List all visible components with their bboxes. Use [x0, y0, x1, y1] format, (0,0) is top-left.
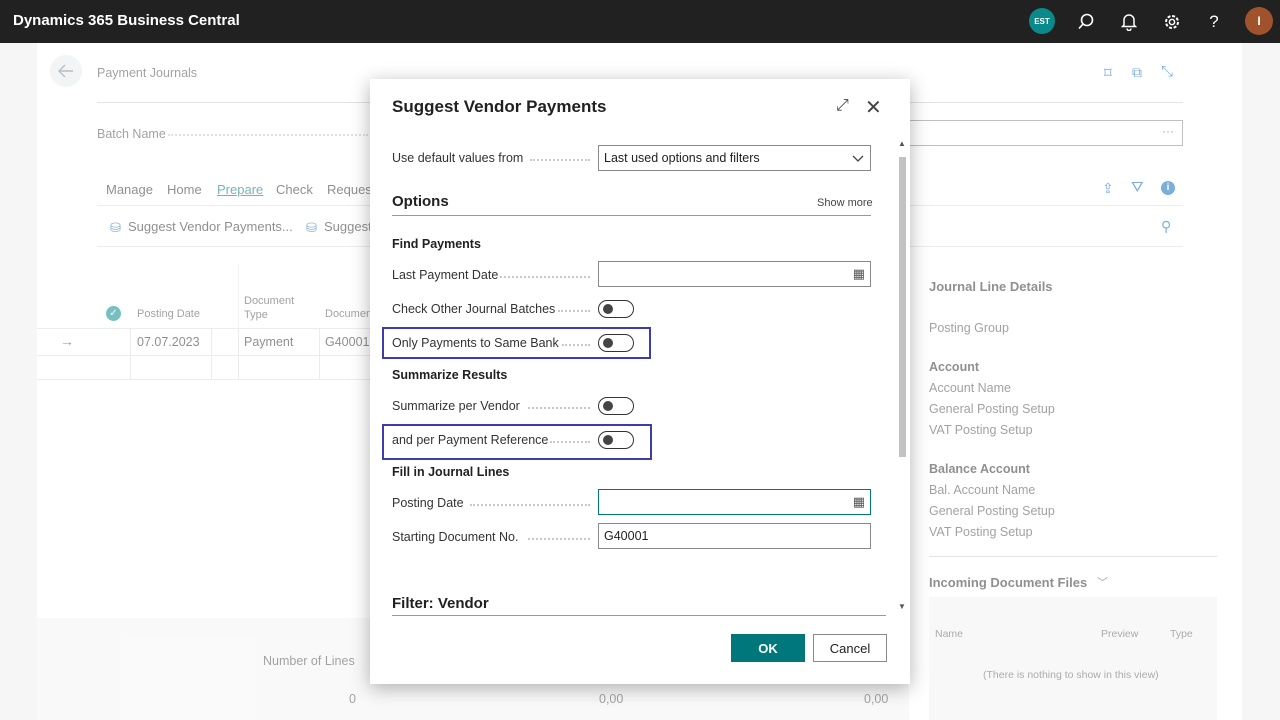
only-same-bank-toggle[interactable]	[598, 334, 634, 352]
label-dots	[470, 504, 590, 506]
find-payments-heading: Find Payments	[392, 237, 481, 251]
company-badge[interactable]: EST	[1029, 8, 1055, 34]
label-dots	[528, 407, 590, 409]
calendar-icon[interactable]: ▦	[853, 494, 865, 510]
suggest-vendor-payments-dialog: Suggest Vendor Payments ⤢ ✕ Use default …	[370, 79, 910, 684]
last-payment-date-label: Last Payment Date	[392, 268, 499, 282]
last-payment-date-field[interactable]: ▦	[598, 261, 871, 287]
dialog-title: Suggest Vendor Payments	[392, 97, 607, 116]
app-title[interactable]: Dynamics 365 Business Central	[13, 12, 240, 29]
label-dots	[562, 344, 590, 346]
show-more-link[interactable]: Show more	[817, 197, 873, 209]
check-other-batches-label: Check Other Journal Batches	[392, 302, 556, 316]
gear-icon[interactable]	[1159, 9, 1185, 35]
top-bar: Dynamics 365 Business Central EST ? I	[0, 0, 1280, 43]
chevron-down-icon	[852, 155, 864, 162]
cancel-button[interactable]: Cancel	[813, 634, 887, 662]
bell-icon[interactable]	[1116, 9, 1142, 35]
label-dots	[558, 310, 590, 312]
label-dots	[528, 538, 590, 540]
options-title[interactable]: Options	[392, 193, 449, 210]
starting-doc-no-label: Starting Document No.	[392, 530, 519, 544]
use-default-value: Last used options and filters	[604, 151, 760, 165]
search-icon[interactable]	[1073, 9, 1099, 35]
ok-button[interactable]: OK	[731, 634, 805, 662]
divider	[392, 215, 871, 216]
starting-doc-no-field[interactable]: G40001	[598, 523, 871, 549]
use-default-select[interactable]: Last used options and filters	[598, 145, 871, 171]
summarize-results-heading: Summarize Results	[392, 368, 508, 382]
fill-in-journal-lines-heading: Fill in Journal Lines	[392, 465, 510, 479]
user-avatar[interactable]: I	[1245, 7, 1273, 35]
per-payment-reference-toggle[interactable]	[598, 431, 634, 449]
scroll-up-icon[interactable]: ▲	[898, 139, 906, 148]
help-icon[interactable]: ?	[1201, 9, 1227, 35]
scrollbar-thumb[interactable]	[899, 157, 906, 457]
label-dots	[550, 441, 590, 443]
label-dots	[530, 159, 590, 161]
posting-date-field[interactable]: ▦	[598, 489, 871, 515]
check-other-batches-toggle[interactable]	[598, 300, 634, 318]
label-dots	[500, 276, 590, 278]
starting-doc-no-value: G40001	[604, 529, 649, 543]
divider	[392, 615, 886, 616]
use-default-label: Use default values from	[392, 151, 524, 165]
posting-date-label: Posting Date	[392, 496, 464, 510]
summarize-per-vendor-toggle[interactable]	[598, 397, 634, 415]
scroll-down-icon[interactable]: ▼	[898, 602, 906, 611]
only-same-bank-label: Only Payments to Same Bank	[392, 336, 559, 350]
filter-vendor-title[interactable]: Filter: Vendor	[392, 595, 489, 612]
calendar-icon[interactable]: ▦	[853, 266, 865, 282]
expand-icon[interactable]: ⤢	[836, 97, 849, 115]
summarize-per-vendor-label: Summarize per Vendor	[392, 399, 520, 413]
close-icon[interactable]: ✕	[865, 95, 882, 120]
per-payment-reference-label: and per Payment Reference	[392, 433, 549, 447]
